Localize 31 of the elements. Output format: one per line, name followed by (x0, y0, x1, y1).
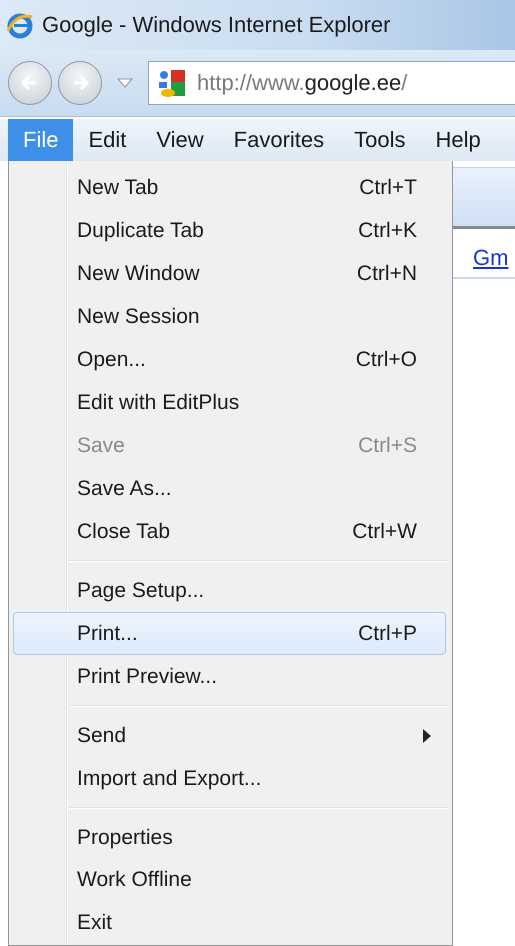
menu-item[interactable]: Page Setup... (13, 569, 446, 612)
menu-item[interactable]: Print Preview... (13, 655, 446, 698)
menu-item[interactable]: Duplicate Tab Ctrl+K (13, 210, 446, 253)
menu-item[interactable]: New Window Ctrl+N (13, 252, 446, 296)
browser-logo-icon (6, 11, 34, 39)
menu-item[interactable]: Properties (13, 816, 446, 860)
window-title: Google - Windows Internet Explorer (42, 12, 390, 38)
menu-bar-item[interactable]: Edit (73, 119, 142, 161)
menu-bar-item[interactable]: Help (420, 119, 496, 161)
menu-item[interactable]: New Tab Ctrl+T (13, 167, 446, 210)
menu-item[interactable]: Edit with EditPlus (13, 382, 446, 425)
menu-item[interactable]: Import and Export... (13, 757, 446, 800)
back-button[interactable] (8, 61, 52, 105)
menu-bar-item[interactable]: View (141, 119, 219, 161)
page-link[interactable]: Gm (473, 245, 508, 271)
menu-item[interactable]: Open... Ctrl+O (13, 338, 446, 382)
menu-item[interactable]: Exit (13, 902, 446, 945)
forward-button[interactable] (58, 61, 102, 105)
page-header-bar (453, 167, 515, 229)
address-field[interactable]: http://www.google.ee/ (148, 61, 515, 105)
menu-item[interactable]: Work Offline (13, 859, 446, 902)
menu-bar-item[interactable]: Favorites (218, 119, 340, 161)
menu-item[interactable]: New Session (13, 296, 446, 339)
submenu-arrow-icon (423, 728, 431, 743)
menu-item[interactable]: Print... Ctrl+P (13, 612, 446, 656)
menu-item[interactable]: Close Tab Ctrl+W (13, 510, 446, 554)
menu-bar-item[interactable]: Tools (339, 119, 421, 161)
menu-item[interactable]: Save As... (13, 468, 446, 510)
site-favicon-icon (157, 68, 187, 98)
submenu-item[interactable]: Send (13, 714, 446, 758)
dropdown-caret-icon[interactable] (116, 77, 134, 89)
